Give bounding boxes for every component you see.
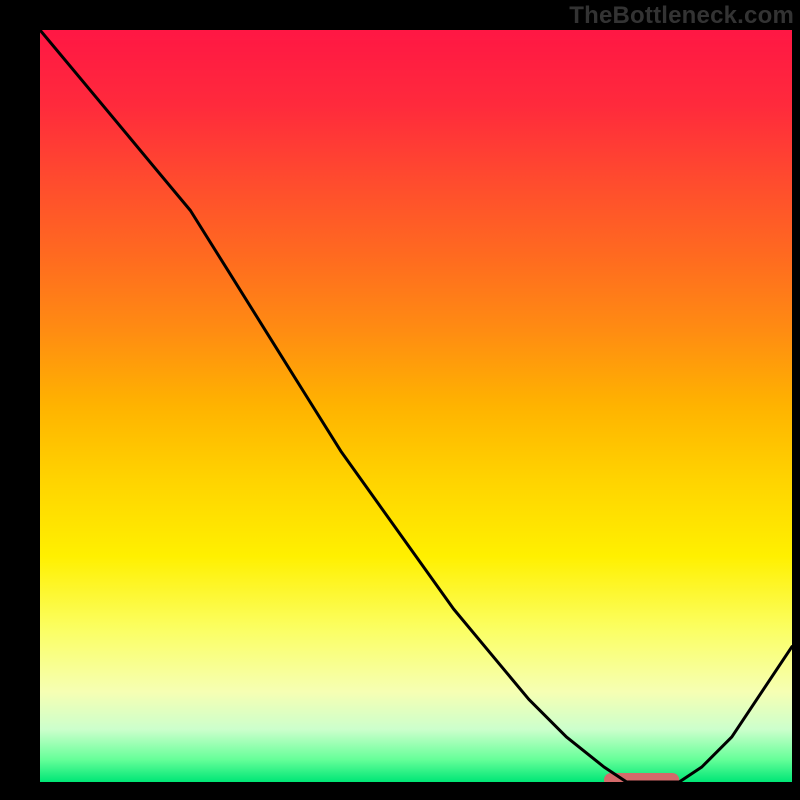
chart-frame: TheBottleneck.com bbox=[0, 0, 800, 800]
plot-area bbox=[40, 30, 792, 782]
brand-watermark: TheBottleneck.com bbox=[569, 2, 794, 30]
plot-svg bbox=[40, 30, 792, 782]
